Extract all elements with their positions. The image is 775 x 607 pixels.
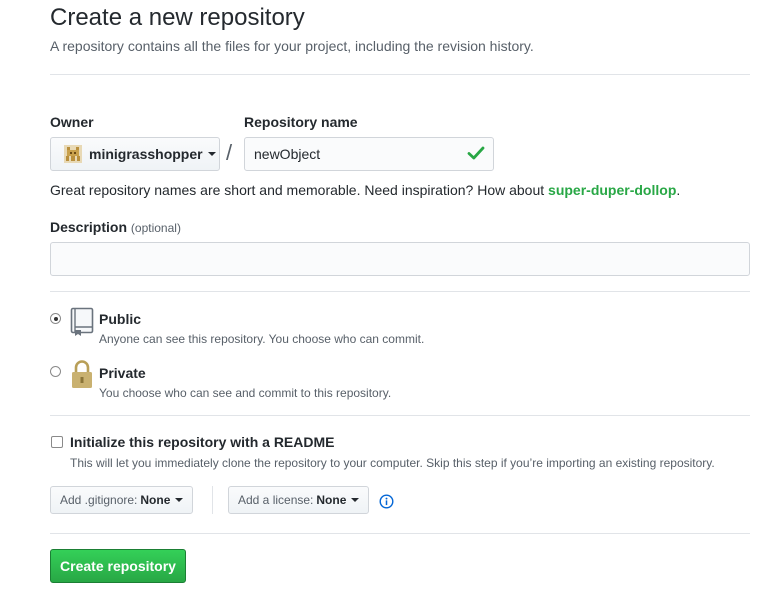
divider [50, 415, 750, 416]
vertical-divider [212, 486, 213, 514]
check-icon [467, 146, 485, 160]
gitignore-value: None [140, 493, 171, 507]
repo-book-icon [70, 307, 94, 336]
gitignore-label: Add .gitignore: [60, 493, 138, 507]
public-option-title: Public [99, 311, 142, 327]
name-suggestion-link[interactable]: super-duper-dollop [548, 182, 676, 198]
readme-checkbox[interactable] [51, 436, 63, 448]
page-title: Create a new repository [50, 4, 305, 31]
info-icon[interactable] [379, 494, 394, 509]
private-option-note: You choose who can see and commit to thi… [99, 386, 392, 400]
divider [50, 533, 750, 534]
public-option-note: Anyone can see this repository. You choo… [99, 332, 425, 346]
owner-select-button[interactable]: minigrasshopper [50, 137, 220, 171]
description-input[interactable] [50, 242, 750, 276]
owner-label: Owner [50, 114, 94, 130]
description-label: Description (optional) [50, 219, 181, 235]
license-label: Add a license: [238, 493, 314, 507]
repository-name-input[interactable] [244, 137, 494, 171]
repository-name-label: Repository name [244, 114, 358, 130]
public-radio[interactable] [50, 313, 61, 324]
private-option-title: Private [99, 365, 146, 381]
caret-down-icon [175, 498, 184, 502]
license-value: None [316, 493, 347, 507]
divider [50, 74, 750, 75]
repository-name-hint: Great repository names are short and mem… [50, 182, 681, 198]
create-repository-button[interactable]: Create repository [50, 549, 186, 583]
lock-icon [72, 360, 92, 388]
caret-down-icon [351, 498, 360, 502]
private-radio[interactable] [50, 366, 61, 377]
divider [50, 291, 750, 292]
readme-label: Initialize this repository with a README [70, 434, 335, 450]
path-separator: / [226, 140, 233, 165]
pixel-avatar-icon [64, 145, 82, 163]
caret-down-icon [207, 152, 216, 156]
gitignore-select-button[interactable]: Add .gitignore: None [50, 486, 194, 514]
readme-note: This will let you immediately clone the … [70, 456, 715, 470]
license-select-button[interactable]: Add a license: None [228, 486, 370, 514]
optional-label: (optional) [130, 221, 181, 235]
owner-name: minigrasshopper [89, 146, 203, 162]
page-subtitle: A repository contains all the files for … [50, 38, 534, 54]
